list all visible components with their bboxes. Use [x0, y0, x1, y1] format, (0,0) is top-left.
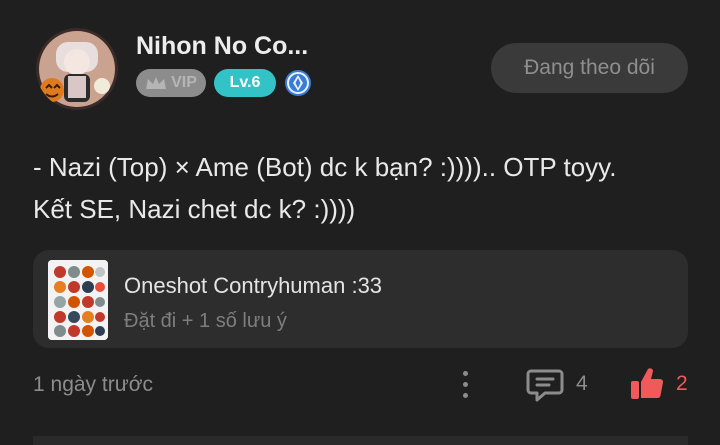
vertical-dots-icon [462, 370, 468, 376]
following-button[interactable]: Đang theo dõi [491, 43, 688, 93]
author-name[interactable]: Nihon No Co... [136, 32, 308, 61]
like-button[interactable]: 2 [628, 364, 688, 404]
story-thumbnail [48, 260, 108, 340]
level-badge: Lv.6 [214, 69, 276, 97]
more-options-button[interactable] [452, 366, 478, 402]
post-line: Kết SE, Nazi chet dc k? :)))) [33, 194, 356, 224]
author-avatar[interactable] [36, 28, 118, 110]
comment-bubble-icon [526, 369, 564, 402]
post-timestamp: 1 ngày trước [33, 373, 154, 396]
crown-icon [146, 77, 167, 89]
blue-gem-rank-icon [285, 70, 311, 96]
post-card: Nihon No Co... VIP Lv.6 Đang theo dõi - … [0, 0, 720, 445]
attachment-title: Oneshot Contryhuman :33 [124, 273, 383, 298]
attachment-subtitle: Đặt đi + 1 số lưu ý [124, 310, 287, 332]
divider [33, 436, 688, 445]
vip-badge: VIP [136, 69, 206, 97]
like-count: 2 [676, 372, 688, 395]
author-badges: VIP Lv.6 [136, 69, 312, 97]
vip-label: VIP [171, 74, 197, 91]
post-content: - Nazi (Top) × Ame (Bot) dc k bạn? :))))… [33, 146, 693, 230]
post-line: - Nazi (Top) × Ame (Bot) dc k bạn? :))))… [33, 152, 617, 182]
comment-button[interactable]: 4 [526, 364, 588, 404]
thumbs-up-icon [631, 368, 664, 399]
story-attachment-card[interactable]: Oneshot Contryhuman :33 Đặt đi + 1 số lư… [33, 250, 688, 348]
comment-count: 4 [576, 372, 588, 395]
